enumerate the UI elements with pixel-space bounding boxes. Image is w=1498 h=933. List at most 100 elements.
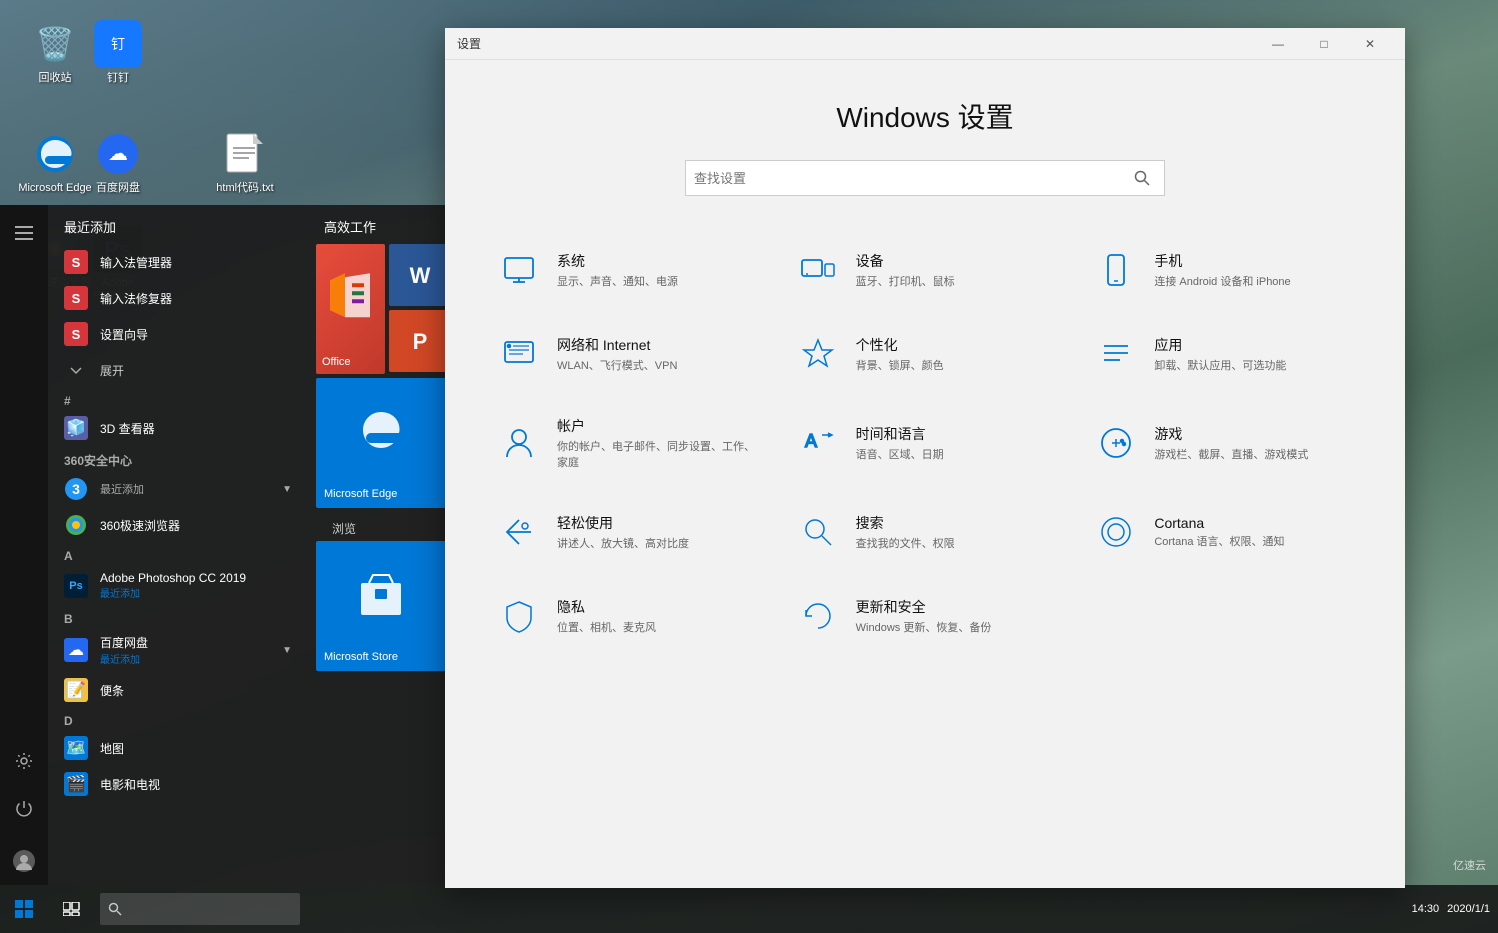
recycle-bin-label: 回收站: [39, 72, 72, 85]
photoshop-list-label: Adobe Photoshop CC 2019: [100, 571, 246, 585]
devices-title: 设备: [856, 251, 955, 271]
ms-store-label: Microsoft Store: [324, 651, 398, 663]
privacy-subtitle: 位置、相机、麦克风: [557, 619, 656, 635]
update-text: 更新和安全 Windows 更新、恢复、备份: [856, 597, 992, 635]
close-button[interactable]: ✕: [1347, 28, 1393, 60]
settings-item-privacy[interactable]: 隐私 位置、相机、麦克风: [485, 578, 768, 654]
svg-text:钉: 钉: [111, 36, 125, 52]
update-icon: [796, 594, 840, 638]
accounts-icon: [497, 421, 541, 465]
app-item-input-repair[interactable]: S 输入法修复器: [48, 280, 308, 316]
app-item-photoshop[interactable]: Ps Adobe Photoshop CC 2019 最近添加: [48, 565, 308, 606]
settings-item-search[interactable]: 搜索 查找我的文件、权限: [784, 494, 1067, 570]
settings-search-bar: [685, 160, 1165, 196]
notes-label: 便条: [100, 682, 124, 699]
settings-item-gaming[interactable]: 游戏 游戏栏、截屏、直播、游戏模式: [1082, 400, 1365, 486]
settings-item-apps[interactable]: 应用 卸载、默认应用、可选功能: [1082, 316, 1365, 392]
app-item-360browser[interactable]: 360极速浏览器: [48, 507, 308, 543]
settings-item-phone[interactable]: 手机 连接 Android 设备和 iPhone: [1082, 232, 1365, 308]
desktop-icon-baidu[interactable]: ☁ 百度网盘: [78, 130, 158, 195]
accounts-text: 帐户 你的帐户、电子邮件、同步设置、工作、家庭: [557, 416, 756, 470]
settings-item-personalization[interactable]: 个性化 背景、锁屏、颜色: [784, 316, 1067, 392]
system-icon: [497, 248, 541, 292]
recently-added-header: 最近添加: [48, 205, 308, 244]
baidu-list-icon: ☁: [64, 638, 88, 662]
settings-item-devices[interactable]: 设备 蓝牙、打印机、鼠标: [784, 232, 1067, 308]
settings-item-update[interactable]: 更新和安全 Windows 更新、恢复、备份: [784, 578, 1067, 654]
network-subtitle: WLAN、飞行模式、VPN: [557, 357, 677, 373]
gaming-icon: [1094, 421, 1138, 465]
settings-item-ease[interactable]: 轻松使用 讲述人、放大镜、高对比度: [485, 494, 768, 570]
settings-search-icon-button[interactable]: [1128, 164, 1156, 192]
notes-icon: 📝: [64, 678, 88, 702]
time-icon: A: [796, 421, 840, 465]
power-sidebar-button[interactable]: [4, 789, 44, 829]
settings-search-input[interactable]: [694, 171, 1128, 186]
maximize-button[interactable]: □: [1301, 28, 1347, 60]
tile-ppt[interactable]: P: [389, 310, 451, 372]
search-subtitle: 查找我的文件、权限: [856, 535, 955, 551]
settings-item-system[interactable]: 系统 显示、声音、通知、电源: [485, 232, 768, 308]
desktop-icon-dingding[interactable]: 钉 钉钉: [78, 20, 158, 85]
settings-item-time[interactable]: A 时间和语言 语音、区域、日期: [784, 400, 1067, 486]
update-title: 更新和安全: [856, 597, 992, 617]
baidu-list-label: 百度网盘: [100, 634, 148, 651]
setup-guide-label: 设置向导: [100, 326, 148, 343]
tile-edge[interactable]: Microsoft Edge: [316, 378, 446, 508]
input-manager-icon: S: [64, 250, 88, 274]
phone-title: 手机: [1154, 251, 1290, 271]
app-item-baidunetdisk[interactable]: ☁ 百度网盘 最近添加 ▼: [48, 628, 308, 672]
app-item-maps[interactable]: 🗺️ 地图: [48, 730, 308, 766]
phone-icon: [1094, 248, 1138, 292]
window-controls: — □ ✕: [1255, 28, 1393, 60]
office-tile-icon: [320, 265, 380, 338]
settings-sidebar-button[interactable]: [4, 741, 44, 781]
devices-text: 设备 蓝牙、打印机、鼠标: [856, 251, 955, 289]
app-item-setup-guide[interactable]: S 设置向导: [48, 316, 308, 352]
devices-icon: [796, 248, 840, 292]
3d-viewer-icon: 🧊: [64, 416, 88, 440]
personalization-icon: [796, 332, 840, 376]
tile-word[interactable]: W: [389, 244, 451, 306]
hamburger-menu-button[interactable]: [4, 213, 44, 253]
taskbar-search-bar[interactable]: [100, 893, 300, 925]
360safe-recently: 最近添加: [100, 481, 144, 497]
section-hash: #: [48, 388, 308, 410]
apps-subtitle: 卸载、默认应用、可选功能: [1154, 357, 1286, 373]
app-item-notes[interactable]: 📝 便条: [48, 672, 308, 708]
search-title: 搜索: [856, 513, 955, 533]
taskbar-time: 14:30: [1412, 903, 1440, 915]
taskbar: 14:30 2020/1/1: [0, 885, 1498, 933]
taskview-button[interactable]: [48, 885, 96, 933]
app-item-3d-viewer[interactable]: 🧊 3D 查看器: [48, 410, 308, 446]
movies-icon: 🎬: [64, 772, 88, 796]
svg-text:P: P: [413, 329, 428, 354]
maps-icon: 🗺️: [64, 736, 88, 760]
ease-subtitle: 讲述人、放大镜、高对比度: [557, 535, 689, 551]
user-avatar-button[interactable]: [4, 841, 44, 881]
minimize-button[interactable]: —: [1255, 28, 1301, 60]
search-text: 搜索 查找我的文件、权限: [856, 513, 955, 551]
recycle-bin-icon: 🗑️: [31, 20, 79, 68]
tile-ms-store[interactable]: Microsoft Store: [316, 541, 446, 671]
settings-item-cortana[interactable]: Cortana Cortana 语言、权限、通知: [1082, 494, 1365, 570]
desktop: 🗑️ 回收站 钉 钉钉 Microsoft Edge ☁ 百度网盘 html代码…: [0, 0, 1498, 933]
app-item-360safe[interactable]: 3 最近添加 ▼: [48, 471, 308, 507]
app-item-movies[interactable]: 🎬 电影和电视: [48, 766, 308, 802]
gaming-text: 游戏 游戏栏、截屏、直播、游戏模式: [1154, 424, 1308, 462]
expand-button[interactable]: 展开: [48, 352, 308, 388]
photoshop-list-icon: Ps: [64, 574, 88, 598]
app-item-input-manager[interactable]: S 输入法管理器: [48, 244, 308, 280]
start-button[interactable]: [0, 885, 48, 933]
settings-content: Windows 设置 系统 显示、声音、通知、电源: [445, 60, 1405, 888]
network-text: 网络和 Internet WLAN、飞行模式、VPN: [557, 335, 677, 373]
settings-item-accounts[interactable]: 帐户 你的帐户、电子邮件、同步设置、工作、家庭: [485, 400, 768, 486]
devices-subtitle: 蓝牙、打印机、鼠标: [856, 273, 955, 289]
settings-item-network[interactable]: 网络和 Internet WLAN、飞行模式、VPN: [485, 316, 768, 392]
expand-icon: [64, 358, 88, 382]
desktop-icon-htmlfile[interactable]: html代码.txt: [205, 130, 285, 195]
watermark: 亿速云: [1453, 857, 1486, 873]
personalization-title: 个性化: [856, 335, 944, 355]
tile-office[interactable]: Office: [316, 244, 385, 374]
privacy-icon: [497, 594, 541, 638]
